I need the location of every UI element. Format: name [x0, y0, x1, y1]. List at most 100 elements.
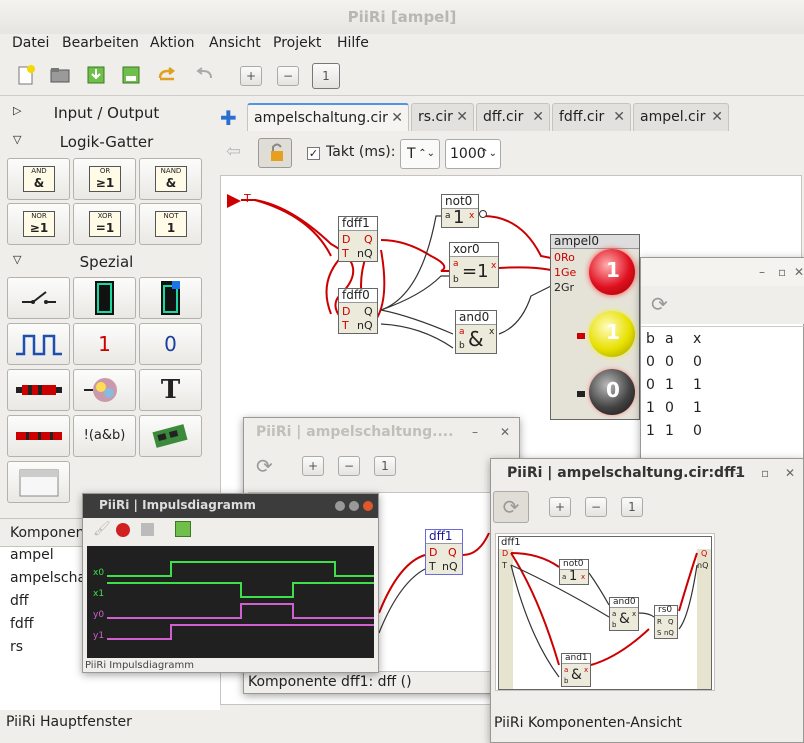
zoom-out-icon[interactable]: −	[338, 456, 360, 476]
expression-gate-button[interactable]: !(a&b)	[73, 415, 136, 457]
component-rs0-inner[interactable]: rs0 R S Q nQ	[654, 605, 678, 639]
nor-gate-button[interactable]: NOR ≥1	[7, 203, 70, 245]
refresh-icon[interactable]: ⟳	[651, 292, 668, 316]
tab-rs[interactable]: rs.cir ✕	[411, 103, 474, 131]
maximize-icon[interactable]: ▫	[761, 459, 769, 487]
tab-dff[interactable]: dff.cir ✕	[476, 103, 550, 131]
component-view-window[interactable]: PiiRi | ampelschaltung.cir:dff1 – ▫ ✕ ⟳ …	[490, 458, 804, 743]
redo-icon[interactable]	[153, 62, 181, 88]
tab-fdff[interactable]: fdff.cir ✕	[552, 103, 631, 131]
menu-projekt[interactable]: Projekt	[273, 35, 321, 51]
close-icon[interactable]: ✕	[711, 104, 723, 130]
nand-gate-button[interactable]: NAND &	[139, 158, 202, 200]
menu-hilfe[interactable]: Hilfe	[337, 35, 369, 51]
menu-ansicht[interactable]: Ansicht	[209, 35, 261, 51]
close-icon[interactable]: ✕	[613, 104, 625, 130]
zoom-in-icon[interactable]: +	[302, 456, 324, 476]
menu-datei[interactable]: Datei	[12, 35, 49, 51]
seven-segment-hex-button[interactable]	[139, 277, 202, 319]
interval-spinbox[interactable]: 1000 ⌃⌄	[445, 139, 501, 169]
add-tab-icon[interactable]: ✚	[220, 106, 237, 130]
menu-bearbeiten[interactable]: Bearbeiten	[62, 35, 139, 51]
category-input-output[interactable]: ▷ Input / Output	[5, 101, 208, 127]
led-array-button[interactable]	[7, 415, 70, 457]
or-gate-button[interactable]: OR ≥1	[73, 158, 136, 200]
maximize-icon[interactable]: ▫	[778, 258, 786, 286]
component-fdff0[interactable]: fdff0 D T Q nQ	[338, 288, 378, 334]
category-logik-gatter[interactable]: ▽ Logik-Gatter	[5, 130, 208, 156]
pulse-diagram-window[interactable]: PiiRi | Impulsdiagramm 🖌 x0 x1 y0 y1 Pii…	[82, 493, 379, 673]
undo-icon[interactable]	[190, 62, 218, 88]
save-as-icon[interactable]	[117, 62, 145, 88]
component-item-fdff[interactable]: fdff	[10, 616, 33, 632]
takt-checkbox[interactable]: ✓	[307, 147, 320, 160]
switch-button[interactable]	[7, 277, 70, 319]
color-led-button[interactable]	[73, 369, 136, 411]
back-icon[interactable]: ⇦	[226, 141, 241, 162]
component-not0-inner[interactable]: not0 a 1 x	[559, 559, 589, 585]
refresh-icon[interactable]: ⟳	[493, 491, 529, 523]
component-item-rs[interactable]: rs	[10, 639, 23, 655]
minimize-icon[interactable]: –	[759, 258, 765, 286]
table-cell: 1	[665, 423, 674, 439]
lock-button[interactable]	[258, 138, 292, 168]
zoom-fit-icon[interactable]: 1	[374, 456, 396, 476]
spin-arrows-icon: ⌃⌄	[480, 148, 497, 159]
tab-ampelschaltung[interactable]: ampelschaltung.cir ✕	[247, 103, 409, 131]
tab-ampel[interactable]: ampel.cir ✕	[633, 103, 729, 131]
record-icon[interactable]	[116, 523, 130, 537]
save-icon[interactable]	[82, 62, 110, 88]
constant-zero-button[interactable]: 0	[139, 323, 202, 365]
truth-table-window[interactable]: – ▫ ✕ ⟳ b a x 0 0 0 0 1 1 1 0 1 1 1 0	[640, 257, 804, 469]
key-select[interactable]: T ⌃⌄	[400, 139, 440, 169]
menu-aktion[interactable]: Aktion	[150, 35, 195, 51]
seven-segment-button[interactable]	[73, 277, 136, 319]
close-icon[interactable]: ✕	[785, 459, 795, 487]
close-icon[interactable]: ✕	[794, 258, 804, 286]
zoom-out-icon[interactable]: −	[277, 66, 299, 86]
zoom-fit-icon[interactable]: 1	[621, 497, 643, 517]
window-component-button[interactable]	[7, 461, 70, 503]
zoom-in-icon[interactable]: +	[240, 66, 262, 86]
not-gate-button[interactable]: NOT 1	[139, 203, 202, 245]
close-icon[interactable]: ✕	[391, 105, 403, 131]
input-arrow-icon[interactable]	[227, 194, 243, 208]
refresh-icon[interactable]: ⟳	[256, 454, 273, 478]
close-icon[interactable]: ✕	[532, 104, 544, 130]
component-ampel0[interactable]: ampel0 0Ro 1Ge 2Gr 1 1 0	[550, 234, 640, 420]
maximize-icon[interactable]	[349, 501, 359, 511]
category-spezial[interactable]: ▽ Spezial	[5, 250, 208, 276]
xor-gate-button[interactable]: XOR =1	[73, 203, 136, 245]
open-folder-icon[interactable]	[46, 62, 74, 88]
component-xor0[interactable]: xor0 a b =1 x	[449, 242, 499, 288]
new-file-icon[interactable]	[12, 62, 40, 88]
zoom-in-icon[interactable]: +	[549, 497, 571, 517]
save-icon[interactable]	[175, 521, 191, 537]
memory-chip-button[interactable]	[139, 415, 202, 457]
component-and1-inner[interactable]: and1 a b & x	[561, 653, 591, 687]
component-item-ampel[interactable]: ampel	[10, 547, 54, 563]
and-gate-button[interactable]: AND &	[7, 158, 70, 200]
component-frame: dff1 D T Q nQ not0 a 1 x and0 a b & x rs…	[498, 536, 712, 690]
close-icon[interactable]: ✕	[456, 104, 468, 130]
comp-view-canvas[interactable]: dff1 D T Q nQ not0 a 1 x and0 a b & x rs…	[495, 533, 715, 691]
component-and0[interactable]: and0 a b & x	[455, 310, 497, 354]
component-and0-inner[interactable]: and0 a b & x	[609, 597, 639, 631]
zoom-fit-icon[interactable]: 1	[312, 63, 340, 89]
clock-button[interactable]	[7, 323, 70, 365]
constant-one-button[interactable]: 1	[73, 323, 136, 365]
minimize-icon[interactable]: –	[472, 418, 478, 446]
component-not0[interactable]: not0 a 1 x	[441, 194, 479, 228]
zoom-out-icon[interactable]: −	[585, 497, 607, 517]
close-icon[interactable]: ✕	[500, 418, 510, 446]
minimize-icon[interactable]	[335, 501, 345, 511]
close-icon[interactable]	[363, 501, 373, 511]
minimize-icon[interactable]: –	[735, 459, 741, 487]
stop-icon[interactable]	[141, 523, 154, 536]
text-label-button[interactable]: T	[139, 369, 202, 411]
component-fdff1[interactable]: fdff1 D T Q nQ	[338, 216, 378, 262]
led-bar-button[interactable]	[7, 369, 70, 411]
brush-icon[interactable]: 🖌	[93, 521, 111, 537]
comp-view-title: PiiRi | ampelschaltung.cir:dff1	[507, 465, 746, 481]
component-item-dff[interactable]: dff	[10, 593, 29, 609]
